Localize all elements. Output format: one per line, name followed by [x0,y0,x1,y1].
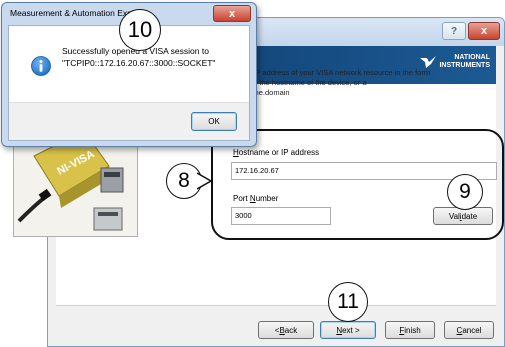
callout-badge-9: 9 [447,174,483,210]
ni-logo-line1: NATIONAL [454,54,490,61]
back-button[interactable]: < Back [258,321,314,339]
dialog-footer: OK [9,102,249,140]
ok-button[interactable]: OK [191,112,237,131]
help-button[interactable]: ? [442,22,466,40]
info-icon [31,56,51,76]
callout-badge-11: 11 [328,282,368,322]
dialog-close-button[interactable]: x [213,5,251,22]
wizard-close-button[interactable]: x [468,22,500,40]
callout-pointer-8 [197,172,213,190]
next-button[interactable]: Next > [320,321,376,339]
wizard-nav-divider [56,305,496,306]
finish-button[interactable]: Finish [385,321,435,339]
cancel-button[interactable]: Cancel [444,321,494,339]
callout-badge-10: 10 [119,9,161,51]
ni-eagle-icon [420,56,437,68]
dialog-message-line2: "TCPIP0::172.16.20.67::3000::SOCKET" [62,58,216,68]
